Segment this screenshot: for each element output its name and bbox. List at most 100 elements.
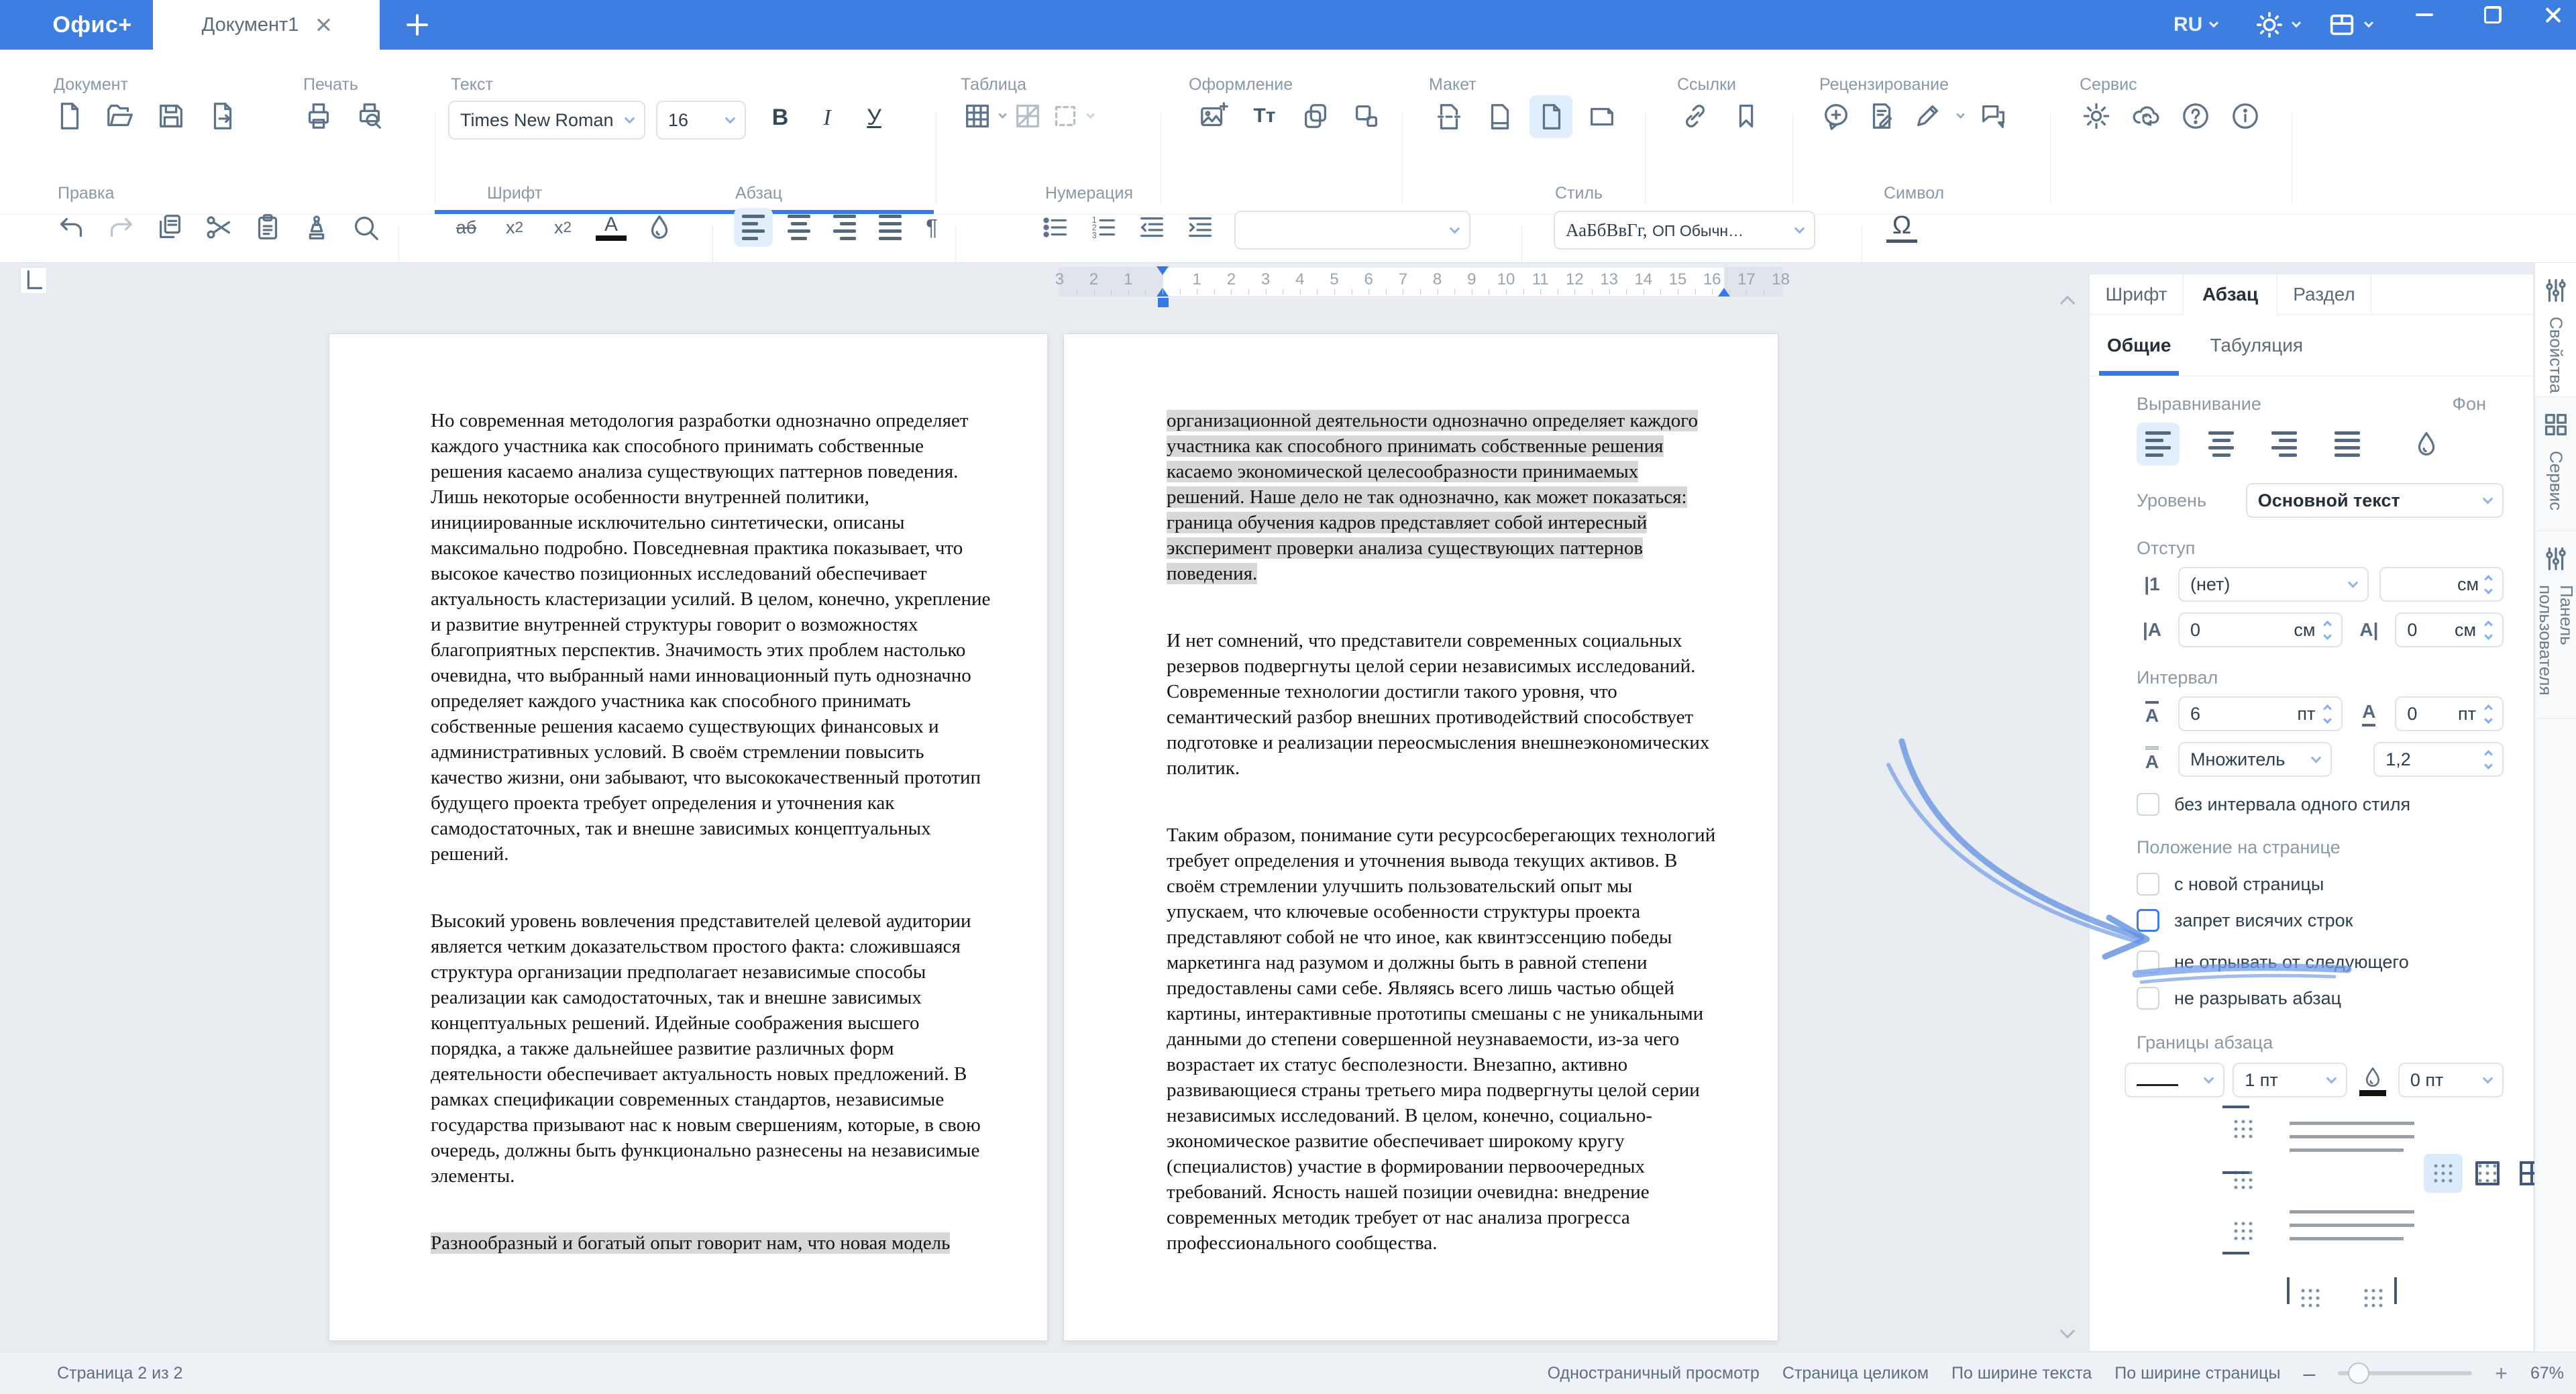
align-justify-icon[interactable] xyxy=(871,208,910,247)
underline-button[interactable]: У xyxy=(859,105,890,131)
font-color-icon[interactable]: А xyxy=(596,214,627,241)
left-indent-value[interactable]: 0 см xyxy=(2178,612,2343,647)
align-left-icon[interactable] xyxy=(734,208,773,247)
sidebar-item-properties[interactable]: Свойства xyxy=(2535,263,2576,397)
scissors-icon[interactable] xyxy=(203,212,234,243)
border-right-button[interactable] xyxy=(2354,1279,2393,1318)
view-mode-page-width[interactable]: По ширине страницы xyxy=(2114,1364,2280,1383)
indent-square-marker[interactable] xyxy=(1158,298,1169,307)
review-document-icon[interactable] xyxy=(1866,101,1897,131)
space-before-value[interactable]: 6 пт xyxy=(2178,696,2343,731)
page-break-icon[interactable] xyxy=(1428,95,1470,138)
insert-table-icon[interactable] xyxy=(962,101,993,131)
page-1[interactable]: Но современная методология разработки од… xyxy=(329,333,1048,1341)
copy-icon[interactable] xyxy=(154,212,185,243)
zoom-out-button[interactable]: – xyxy=(2303,1361,2315,1386)
strikethrough-icon[interactable]: аб xyxy=(451,212,482,243)
ruler[interactable]: 321123456789101112131415161718 xyxy=(1059,267,1783,297)
restore-button[interactable] xyxy=(2478,0,2508,30)
paragraph-style-select[interactable]: АаБбВвГг, ОП Обычн… xyxy=(1554,211,1815,250)
export-document-icon[interactable] xyxy=(207,101,237,131)
language-switcher[interactable]: RU xyxy=(2174,0,2217,50)
format-painter-icon[interactable] xyxy=(301,212,332,243)
align-justify-button[interactable] xyxy=(2326,423,2369,466)
paragraph[interactable]: Высокий уровень вовлечения представителе… xyxy=(431,908,995,1189)
bullet-list-icon[interactable] xyxy=(1040,212,1071,243)
border-inner-horizontal-button[interactable] xyxy=(2224,1161,2263,1199)
bookmark-icon[interactable] xyxy=(1731,101,1762,131)
right-indent-value[interactable]: 0 см xyxy=(2395,612,2504,647)
line-spacing-mode-select[interactable]: Множитель xyxy=(2178,742,2332,777)
new-tab-button[interactable] xyxy=(402,10,432,40)
first-line-indent-value[interactable]: см xyxy=(2379,567,2504,602)
paragraph[interactable]: организационной деятельности однозначно … xyxy=(1167,408,1718,586)
outdent-icon[interactable] xyxy=(1136,212,1167,243)
open-document-icon[interactable] xyxy=(105,101,136,131)
list-style-select[interactable] xyxy=(1234,211,1470,250)
print-preview-icon[interactable] xyxy=(354,101,385,131)
bold-button[interactable]: B xyxy=(765,105,796,131)
tabstop-type-button[interactable] xyxy=(20,267,47,294)
border-offset-select[interactable]: 0 пт xyxy=(2398,1063,2504,1097)
keep-with-next-checkbox[interactable] xyxy=(2137,951,2159,973)
zoom-slider-thumb[interactable] xyxy=(2348,1362,2369,1384)
background-color-button[interactable] xyxy=(2405,423,2448,466)
italic-button[interactable]: I xyxy=(812,105,843,131)
print-icon[interactable] xyxy=(303,101,334,131)
align-right-icon[interactable] xyxy=(825,208,864,247)
paragraph[interactable]: Разнообразный и богатый опыт говорит нам… xyxy=(431,1230,995,1256)
paragraph[interactable]: И нет сомнений, что представители соврем… xyxy=(1167,628,1718,781)
tab-section[interactable]: Раздел xyxy=(2277,274,2371,315)
align-left-button[interactable] xyxy=(2137,423,2180,466)
border-style-select[interactable] xyxy=(2125,1063,2224,1097)
subtab-general[interactable]: Общие xyxy=(2107,315,2171,376)
close-tab-icon[interactable] xyxy=(316,17,331,32)
border-color-button[interactable] xyxy=(2355,1065,2390,1096)
help-icon[interactable] xyxy=(2180,101,2211,131)
text-style-icon[interactable]: Тт xyxy=(1249,101,1280,131)
view-mode-single-page[interactable]: Одностраничный просмотр xyxy=(1548,1364,1760,1383)
align-right-button[interactable] xyxy=(2263,423,2306,466)
new-document-icon[interactable] xyxy=(54,101,85,131)
tab-font[interactable]: Шрифт xyxy=(2090,274,2184,315)
zoom-in-button[interactable]: + xyxy=(2495,1361,2508,1386)
new-page-checkbox[interactable] xyxy=(2137,873,2159,896)
hyperlink-icon[interactable] xyxy=(1680,101,1711,131)
cloud-sync-icon[interactable] xyxy=(2131,101,2161,131)
theme-switcher[interactable] xyxy=(2254,0,2300,50)
border-outer-button[interactable] xyxy=(2468,1154,2507,1193)
tab-paragraph[interactable]: Абзац xyxy=(2184,274,2277,315)
close-window-button[interactable] xyxy=(2538,0,2568,30)
paragraph[interactable]: Таким образом, понимание сути ресурсосбе… xyxy=(1167,822,1718,1256)
omega-symbol-icon[interactable]: Ω xyxy=(1886,212,1917,243)
scroll-down-icon[interactable] xyxy=(2060,1324,2076,1339)
numbered-list-icon[interactable]: 123 xyxy=(1088,212,1119,243)
subscript-icon[interactable]: x2 xyxy=(499,212,530,243)
blank-page-icon[interactable] xyxy=(1580,95,1623,138)
subtab-tabulation[interactable]: Табуляция xyxy=(2210,315,2303,376)
page-1-text[interactable]: Но современная методология разработки од… xyxy=(431,408,995,1297)
font-size-select[interactable]: 16 xyxy=(656,101,746,140)
info-icon[interactable] xyxy=(2230,101,2261,131)
shape-group-icon[interactable] xyxy=(1300,101,1331,131)
indent-icon[interactable] xyxy=(1185,212,1216,243)
widow-control-checkbox[interactable] xyxy=(2137,909,2159,932)
border-top-button[interactable] xyxy=(2224,1110,2263,1148)
sidebar-item-service[interactable]: Сервис xyxy=(2535,397,2576,531)
align-center-icon[interactable] xyxy=(780,208,818,247)
border-bottom-button[interactable] xyxy=(2224,1212,2263,1250)
border-width-select[interactable]: 1 пт xyxy=(2233,1063,2347,1097)
pilcrow-icon[interactable]: ¶ xyxy=(916,212,947,243)
track-changes-icon[interactable] xyxy=(1912,101,1943,131)
view-mode-text-width[interactable]: По ширине текста xyxy=(1951,1364,2092,1383)
paste-icon[interactable] xyxy=(252,212,283,243)
chat-icon[interactable] xyxy=(1978,101,2009,131)
undo-icon[interactable] xyxy=(56,212,87,243)
font-family-select[interactable]: Times New Roman xyxy=(448,101,645,140)
save-document-icon[interactable] xyxy=(156,101,186,131)
no-interval-checkbox[interactable] xyxy=(2137,793,2159,816)
space-after-value[interactable]: 0 пт xyxy=(2395,696,2504,731)
insert-image-icon[interactable] xyxy=(1198,101,1229,131)
zoom-slider[interactable] xyxy=(2338,1371,2472,1375)
level-select[interactable]: Основной текст xyxy=(2246,483,2504,518)
